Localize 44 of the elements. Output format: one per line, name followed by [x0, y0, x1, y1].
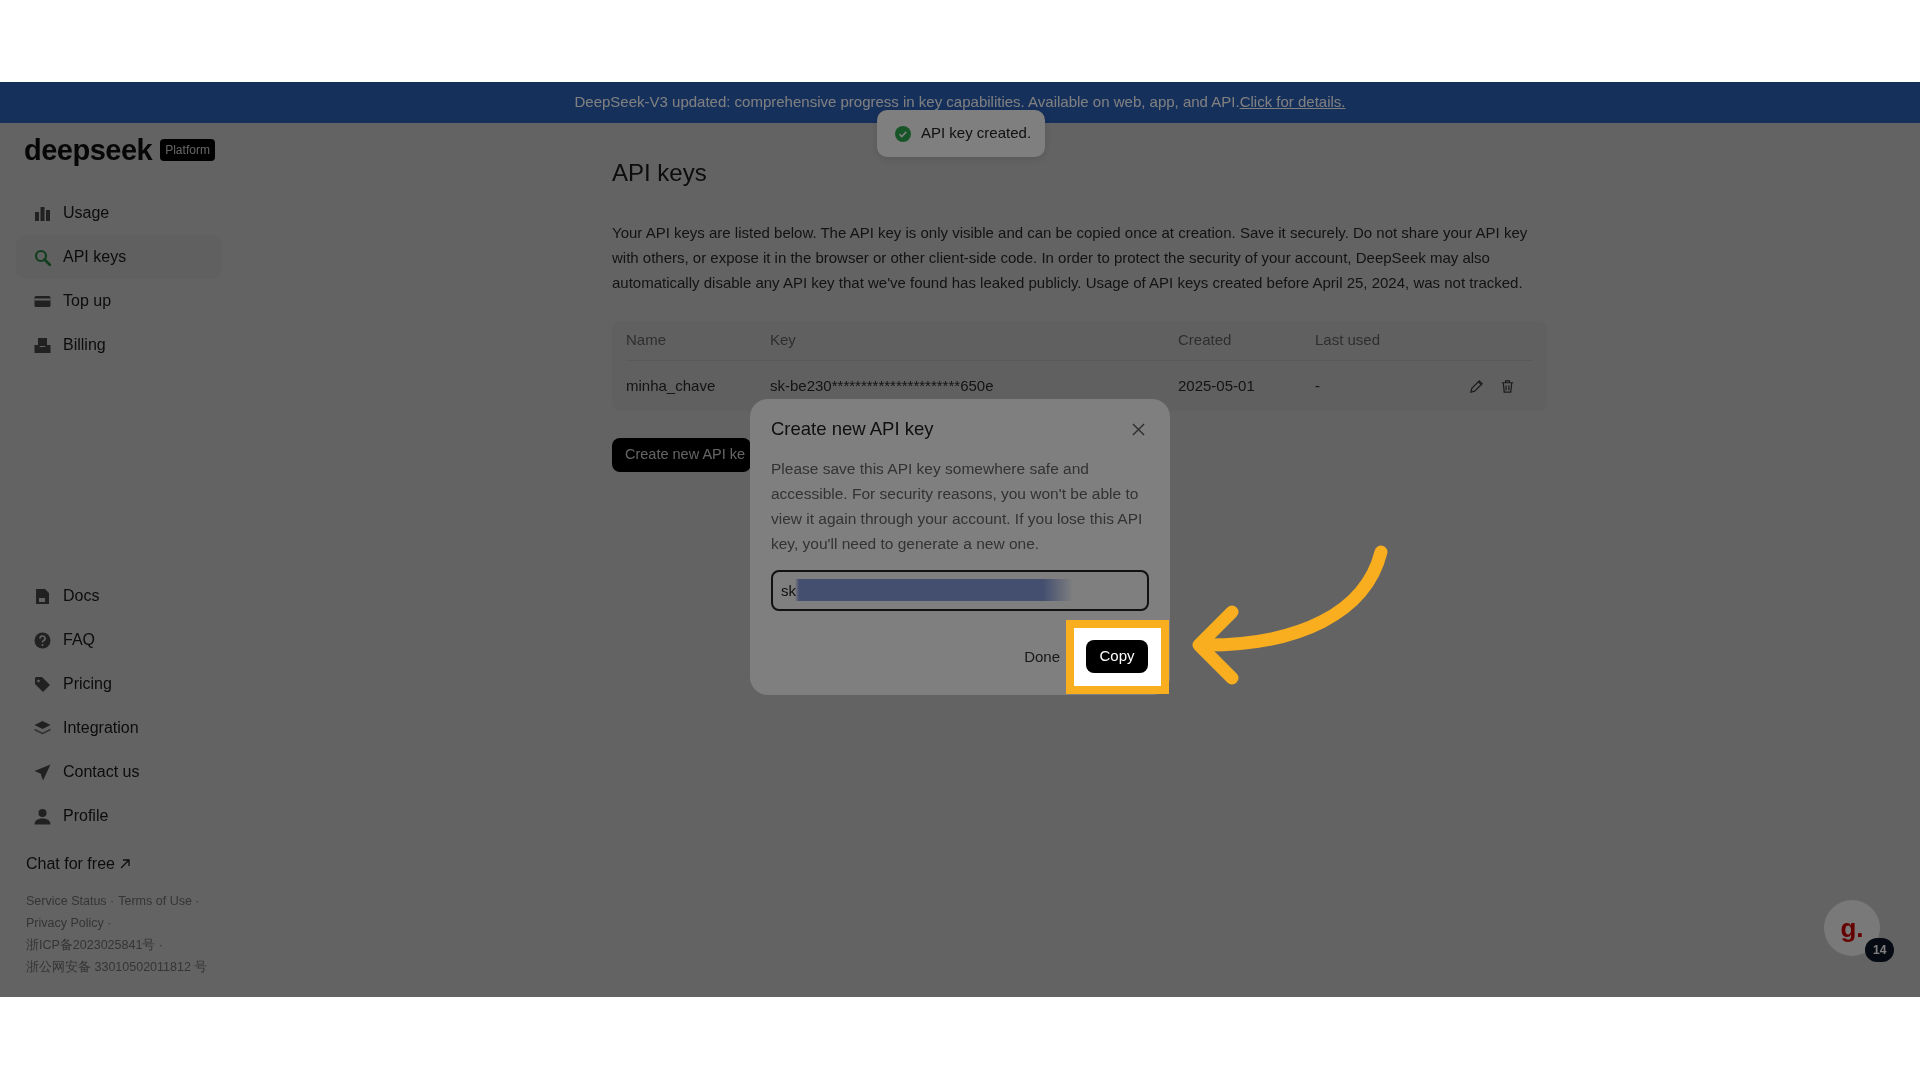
copy-button[interactable]: Copy	[1086, 640, 1148, 673]
sidebar-item[interactable]: Pricing	[16, 662, 222, 706]
tray-icon	[34, 336, 51, 354]
count-badge: 14	[1865, 938, 1895, 962]
layers-icon	[34, 719, 51, 737]
sidebar-item[interactable]: Top up	[16, 279, 222, 323]
chat-link[interactable]: Chat for free	[16, 852, 131, 876]
table-cell-text: minha_chave	[626, 375, 717, 396]
sidebar-item[interactable]: API keys	[16, 235, 222, 279]
dialog-message: Please save this API key somewhere safe and accessible. For security reasons, you won't be able to view it again through your account. If you lose this API key, you'll need to generate a new one.	[771, 459, 1144, 554]
details-link[interactable]: Click for details.	[1239, 91, 1346, 114]
pencil-icon[interactable]	[1469, 378, 1484, 394]
sidebar-item[interactable]: Docs	[16, 574, 222, 618]
key-field[interactable]: sk	[771, 570, 1149, 611]
table-cell-text: 2025-05-01	[1178, 375, 1256, 396]
sidebar-item[interactable]: Billing	[16, 323, 222, 367]
external-link-icon	[118, 858, 131, 870]
dialog-title: Create new API key	[771, 417, 934, 441]
platform-badge: Platform	[160, 139, 215, 161]
trash-icon[interactable]	[1500, 378, 1515, 394]
done-button[interactable]: Done	[1024, 645, 1060, 669]
person-icon	[34, 807, 51, 825]
check-icon	[895, 125, 911, 142]
description-text: Your API keys are listed below. The API key is only visible and can be copied once at creation. Save it securely. Do not share your API key with others, or expose it in the browser or other client-side code. In order to protect the security of your account, DeepSeek may also automatically disable any API key that we've found has leaked publicly. Usage of API keys created before April 25, 2024, was not tracked.	[612, 223, 1529, 293]
tag-icon	[34, 675, 51, 693]
question-icon	[34, 631, 51, 649]
sidebar-item[interactable]: Usage	[16, 191, 222, 235]
paper-plane-icon	[34, 763, 51, 781]
table-cell-text: -	[1315, 375, 1321, 396]
close-icon[interactable]	[1132, 422, 1145, 436]
sidebar-item[interactable]: Profile	[16, 794, 222, 838]
bar-chart-icon	[34, 204, 51, 222]
document-icon	[34, 587, 51, 605]
brand-logo: deepseek	[24, 135, 153, 165]
page-title: API keys	[612, 158, 708, 188]
create-key-button[interactable]: Create new API ke	[612, 438, 752, 472]
sidebar-item[interactable]: FAQ	[16, 618, 222, 662]
search-icon	[34, 248, 51, 266]
table-cell-text: sk-be230**********************650e	[770, 375, 995, 396]
toast-message: API key created.	[921, 123, 1032, 144]
sidebar-item[interactable]: Integration	[16, 706, 222, 750]
sidebar-item[interactable]: Contact us	[16, 750, 222, 794]
help-logo: g.	[1840, 915, 1864, 941]
announcement-text: DeepSeek-V3 updated: comprehensive progress in key capabilities. Available on web, app, and API.	[574, 92, 1240, 113]
